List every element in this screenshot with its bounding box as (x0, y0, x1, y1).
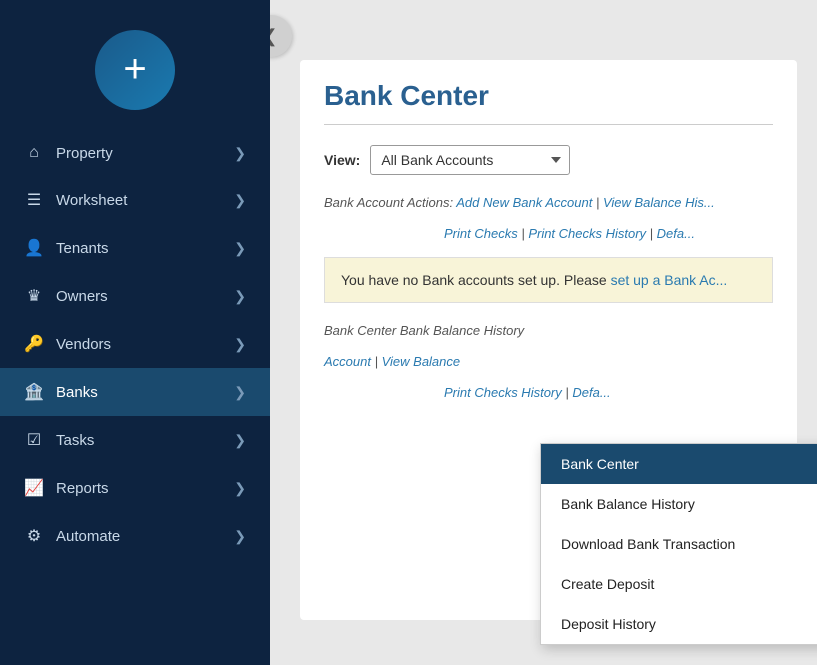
view-balance-history-link-2[interactable]: View Balance (382, 354, 461, 369)
no-accounts-box: You have no Bank accounts set up. Please… (324, 257, 773, 303)
dropdown-item-label: Bank Center (561, 456, 639, 472)
main-content: ❮ Bank Center View: All Bank Accounts Ba… (270, 0, 817, 665)
sidebar-logo-area: + (0, 0, 270, 130)
dropdown-item-create-deposit[interactable]: Create Deposit (541, 564, 817, 604)
banks-dropdown-menu: Bank Center Bank Balance History Downloa… (540, 443, 817, 645)
back-button[interactable]: ❮ (270, 15, 292, 57)
property-icon: ⌂ (24, 144, 44, 162)
view-label: View: (324, 152, 360, 168)
actions-label: Bank Account Actions: (324, 195, 456, 210)
add-button[interactable]: + (95, 30, 175, 110)
bank-actions-row4: Account | View Balance (324, 354, 773, 369)
sidebar-item-label: Owners (56, 288, 108, 305)
sidebar-item-label: Property (56, 145, 113, 162)
banks-icon: 🏦 (24, 382, 44, 402)
chevron-right-icon: ❯ (234, 480, 246, 497)
chevron-right-icon: ❯ (234, 432, 246, 449)
vendors-icon: 🔑 (24, 334, 44, 354)
chevron-right-icon: ❯ (234, 240, 246, 257)
default-link[interactable]: Defa... (657, 226, 695, 241)
dropdown-item-deposit-history[interactable]: Deposit History (541, 604, 817, 644)
dropdown-item-label: Bank Balance History (561, 496, 695, 512)
dropdown-item-label: Create Deposit (561, 576, 654, 592)
print-checks-link[interactable]: Print Checks (444, 226, 518, 241)
chevron-left-icon: ❮ (270, 26, 278, 47)
account-link[interactable]: Account (324, 354, 371, 369)
tenants-icon: 👤 (24, 238, 44, 258)
default-link-2[interactable]: Defa... (572, 385, 610, 400)
dropdown-item-bank-balance-history[interactable]: Bank Balance History (541, 484, 817, 524)
chevron-right-icon: ❯ (234, 288, 246, 305)
sidebar-item-tasks[interactable]: ☑ Tasks ❯ (0, 416, 270, 464)
sidebar-item-label: Tenants (56, 240, 109, 257)
print-checks-history-link-2[interactable]: Print Checks History (444, 385, 562, 400)
sidebar-item-automate[interactable]: ⚙ Automate ❯ (0, 512, 270, 560)
sidebar-item-worksheet[interactable]: ☰ Worksheet ❯ (0, 176, 270, 224)
dropdown-item-download-bank-transaction[interactable]: Download Bank Transaction (541, 524, 817, 564)
owners-icon: ♛ (24, 286, 44, 306)
dropdown-item-label: Download Bank Transaction (561, 536, 735, 552)
sidebar-item-label: Reports (56, 480, 109, 497)
sidebar-item-label: Automate (56, 528, 120, 545)
view-row: View: All Bank Accounts (324, 145, 773, 175)
sidebar-item-label: Banks (56, 384, 98, 401)
bank-actions-row1: Bank Account Actions: Add New Bank Accou… (324, 195, 773, 210)
chevron-right-icon: ❯ (234, 384, 246, 401)
sidebar-item-tenants[interactable]: 👤 Tenants ❯ (0, 224, 270, 272)
tasks-icon: ☑ (24, 430, 44, 450)
sidebar-item-property[interactable]: ⌂ Property ❯ (0, 130, 270, 176)
divider (324, 124, 773, 125)
no-accounts-text: You have no Bank accounts set up. Please (341, 272, 611, 288)
plus-icon: + (123, 49, 146, 89)
setup-bank-link[interactable]: set up a Bank Ac... (611, 272, 728, 288)
dropdown-item-bank-center[interactable]: Bank Center (541, 444, 817, 484)
bank-actions-row5: Print Checks History | Defa... (444, 385, 773, 400)
automate-icon: ⚙ (24, 526, 44, 546)
page-title: Bank Center (324, 80, 773, 112)
bank-actions-row3: Bank Center Bank Balance History (324, 323, 773, 338)
chevron-right-icon: ❯ (234, 145, 246, 162)
sidebar-item-banks[interactable]: 🏦 Banks ❯ (0, 368, 270, 416)
view-select[interactable]: All Bank Accounts (370, 145, 570, 175)
sidebar-item-reports[interactable]: 📈 Reports ❯ (0, 464, 270, 512)
add-new-bank-account-link[interactable]: Add New Bank Account (456, 195, 592, 210)
sidebar-item-label: Tasks (56, 432, 94, 449)
sidebar-item-label: Vendors (56, 336, 111, 353)
chevron-right-icon: ❯ (234, 336, 246, 353)
sidebar-item-vendors[interactable]: 🔑 Vendors ❯ (0, 320, 270, 368)
sidebar-item-label: Worksheet (56, 192, 127, 209)
sidebar-item-owners[interactable]: ♛ Owners ❯ (0, 272, 270, 320)
worksheet-icon: ☰ (24, 190, 44, 210)
actions-label-2: Bank Center Bank Balance History (324, 323, 524, 338)
bank-actions-row2: Print Checks | Print Checks History | De… (444, 226, 773, 241)
chevron-right-icon: ❯ (234, 528, 246, 545)
print-checks-history-link[interactable]: Print Checks History (528, 226, 646, 241)
dropdown-item-label: Deposit History (561, 616, 656, 632)
sidebar: + ⌂ Property ❯ ☰ Worksheet ❯ 👤 Tenants ❯ (0, 0, 270, 665)
sidebar-nav: ⌂ Property ❯ ☰ Worksheet ❯ 👤 Tenants ❯ ♛… (0, 130, 270, 665)
view-balance-history-link-1[interactable]: View Balance His... (603, 195, 715, 210)
chevron-right-icon: ❯ (234, 192, 246, 209)
reports-icon: 📈 (24, 478, 44, 498)
